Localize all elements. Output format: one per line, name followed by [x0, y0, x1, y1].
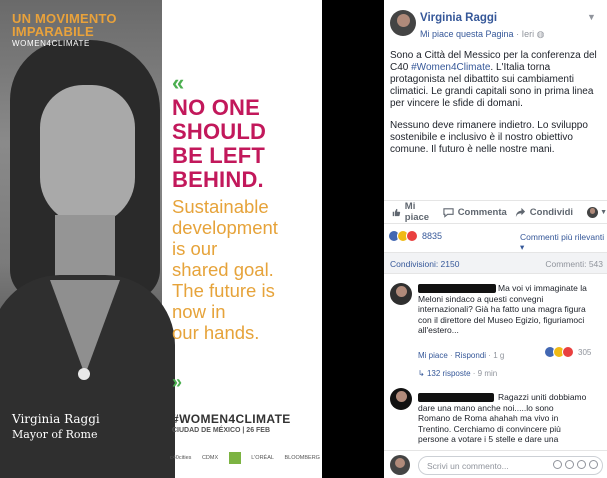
subline-line: shared goal.	[172, 259, 274, 280]
portrait-face	[40, 85, 135, 225]
replies-count: 132 risposte	[426, 369, 471, 378]
view-replies-link[interactable]: ↳ 132 risposte · 9 min	[418, 369, 497, 378]
poster-hashtag: #WOMEN4CLIMATE	[172, 412, 291, 426]
subline-line: development	[172, 217, 278, 238]
poster-brand: UN MOVIMENTO IMPARABILE	[12, 12, 117, 38]
comment-text: Ma voi vi immaginate la Meloni sindaco a…	[418, 283, 587, 335]
comment-icon	[443, 207, 454, 218]
composer-icons	[553, 460, 598, 469]
chevron-down-icon: ▼	[600, 208, 607, 216]
portrait-photo	[0, 0, 175, 478]
headline-line: BEHIND.	[172, 167, 264, 192]
commenter-avatar[interactable]	[390, 388, 412, 410]
headline-line: SHOULD	[172, 119, 267, 144]
reaction-count: 8835	[422, 231, 443, 241]
poster-speaker-role: Mayor of Rome	[12, 428, 98, 441]
comment-button[interactable]: Commenta	[443, 207, 507, 218]
author-avatar[interactable]	[390, 10, 416, 36]
comment-composer: Scrivi un commento...	[384, 450, 607, 478]
viewer-avatar	[390, 455, 410, 475]
headline-line: NO ONE	[172, 95, 260, 120]
reaction-summary[interactable]: 8835	[388, 230, 442, 242]
camera-icon[interactable]	[565, 460, 574, 469]
partner-logo-green-icon	[228, 452, 241, 464]
post-photo[interactable]: UN MOVIMENTO IMPARABILE WOMEN4CLIMATE Vi…	[0, 0, 322, 478]
thumbs-up-icon	[392, 208, 401, 216]
comment-text: Ragazzi uniti dobbiamo dare una mano anc…	[418, 392, 587, 444]
partner-logo-c40: c40cities	[170, 455, 192, 461]
poster-brand-sub: WOMEN4CLIMATE	[12, 39, 90, 48]
like-page-link[interactable]: Mi piace questa Pagina	[420, 29, 514, 39]
hashtag-link[interactable]: #Women4Climate	[411, 62, 490, 73]
action-bar: Mi piace Commenta Condividi ▼	[384, 200, 607, 224]
partner-logo-bloomberg: BLOOMBERG	[284, 455, 320, 461]
chevron-down-icon: ▾	[520, 242, 525, 252]
share-button-label: Condividi	[529, 206, 574, 218]
quote-open-mark: «	[172, 70, 185, 95]
share-icon	[515, 207, 525, 217]
post-time[interactable]: Ieri	[522, 29, 535, 39]
comment-input-placeholder: Scrivi un commento...	[427, 461, 509, 471]
portrait-pendant	[78, 368, 90, 380]
page-avatar	[587, 206, 599, 218]
poster-brand-line2: IMPARABILE	[12, 24, 94, 39]
like-button[interactable]: Mi piace	[392, 201, 435, 223]
shares-count[interactable]: Condivisioni: 2150	[390, 259, 459, 269]
headline-line: BE LEFT	[172, 143, 266, 168]
sticker-icon[interactable]	[589, 460, 598, 469]
poster-speaker-name: Virginia Raggi	[12, 412, 100, 426]
post-text-paragraph-1: Sono a Città del Messico per la conferen…	[390, 50, 604, 110]
page-selector[interactable]: ▼	[587, 206, 607, 218]
comment-reactions[interactable]: 305	[544, 346, 591, 358]
partner-logo-cdmx: CDMX	[201, 455, 219, 461]
subline-line: The future is	[172, 280, 275, 301]
comment-react-count: 305	[578, 347, 592, 357]
commenter-avatar[interactable]	[390, 283, 412, 305]
reply-arrow-icon: ↳	[418, 369, 427, 378]
replies-age: 9 min	[477, 369, 498, 378]
post-subheader: Mi piace questa Pagina · Ieri ◍	[420, 29, 544, 40]
comment-meta: Mi piace · Rispondi · 1 g	[418, 351, 504, 360]
author-name[interactable]: Virginia Raggi	[420, 12, 497, 24]
comment-like-link[interactable]: Mi piace	[418, 351, 448, 360]
comment-input[interactable]: Scrivi un commento...	[418, 456, 603, 475]
globe-icon: ◍	[536, 29, 545, 39]
subline-line: is our	[172, 238, 218, 259]
post-options-chevron-icon[interactable]: ▼	[587, 12, 596, 22]
poster-headline: NO ONE SHOULD BE LEFT BEHIND.	[172, 96, 317, 192]
comment-sort-dropdown[interactable]: Commenti più rilevanti ▾	[520, 232, 607, 253]
subline-line: now in	[172, 301, 226, 322]
post-text-paragraph-2: Nessuno deve rimanere indietro. Lo svilu…	[390, 120, 588, 155]
comment-reply-link[interactable]: Rispondi	[455, 351, 486, 360]
comment-button-label: Commenta	[457, 206, 507, 218]
subline-line: our hands.	[172, 322, 260, 343]
comment-age[interactable]: 1 g	[493, 351, 504, 360]
quote-close-mark: »	[172, 372, 183, 392]
gif-icon[interactable]	[577, 460, 586, 469]
share-button[interactable]: Condividi	[515, 207, 573, 218]
counts-bar: Condivisioni: 2150 Commenti: 543	[384, 252, 607, 274]
like-button-label: Mi piace	[404, 201, 430, 223]
comment-sort-label: Commenti più rilevanti	[520, 232, 605, 242]
love-reaction-icon	[406, 230, 418, 242]
comments-count: Commenti: 543	[545, 259, 603, 269]
emoji-icon[interactable]	[553, 460, 562, 469]
angry-reaction-icon	[562, 346, 574, 358]
poster-subline: Sustainable development is our shared go…	[172, 196, 317, 343]
partner-logos: c40cities CDMX L'ORÉAL BLOOMBERG	[170, 448, 320, 468]
subline-line: Sustainable	[172, 196, 269, 217]
partner-logo-loreal: L'ORÉAL	[251, 455, 274, 461]
post-panel: Virginia Raggi Mi piace questa Pagina · …	[384, 0, 607, 478]
poster-event: CIUDAD DE MÉXICO | 26 FEB	[172, 427, 271, 434]
